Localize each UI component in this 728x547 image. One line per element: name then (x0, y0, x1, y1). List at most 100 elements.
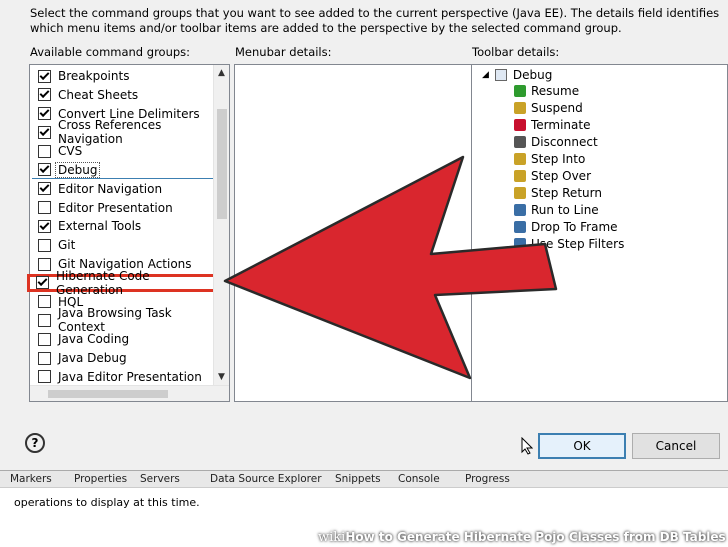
collapse-triangle-icon[interactable]: ◢ (482, 70, 489, 80)
toolbar-tree-item[interactable]: Drop To Frame (514, 219, 618, 235)
command-group-label: Java Editor Presentation (58, 369, 202, 384)
run-to-line-icon (514, 204, 526, 216)
toolbar-tree-item[interactable]: Terminate (514, 117, 590, 133)
toolbar-tree-item[interactable]: Step Return (514, 185, 602, 201)
horizontal-scrollbar[interactable] (30, 385, 229, 401)
scrollbar-thumb[interactable] (217, 109, 227, 219)
cancel-button[interactable]: Cancel (632, 433, 720, 459)
toolbar-item-label: Step Over (531, 169, 591, 183)
checkbox[interactable] (38, 163, 51, 176)
command-group-item[interactable]: Editor Presentation (32, 199, 216, 217)
toolbar-tree-item[interactable]: Suspend (514, 100, 583, 116)
command-group-label: Git Navigation Actions (58, 257, 192, 271)
command-group-label: Git (58, 238, 76, 253)
command-group-item[interactable]: Convert Line Delimiters (32, 105, 216, 123)
toolbar-tree-item[interactable]: Run to Line (514, 202, 599, 218)
mouse-cursor-icon (521, 437, 533, 455)
available-groups-label: Available command groups: (30, 45, 191, 59)
command-group-label: Cheat Sheets (58, 87, 139, 102)
toolbar-item-label: Run to Line (531, 203, 599, 217)
toolbar-tree-item[interactable]: Resume (514, 83, 579, 99)
toolbar-details-label: Toolbar details: (472, 45, 560, 59)
toolbar-item-label: Suspend (531, 101, 583, 115)
checkbox[interactable] (38, 370, 51, 384)
checkbox[interactable] (38, 201, 51, 215)
checkbox[interactable] (38, 332, 51, 346)
toolbar-item-label: Terminate (531, 118, 591, 132)
checkbox[interactable] (38, 313, 51, 327)
command-group-label: Debug (55, 161, 101, 178)
command-group-item[interactable]: Hibernate Code Generation (27, 269, 223, 297)
checkbox[interactable] (38, 88, 51, 102)
command-group-item[interactable]: Cheat Sheets (32, 86, 216, 104)
command-group-item[interactable]: External Tools (32, 217, 216, 235)
view-tab[interactable]: Console (398, 473, 440, 485)
command-group-label: Java Debug (58, 351, 127, 365)
command-group-item[interactable]: Java Debug (32, 349, 216, 367)
command-group-item[interactable]: Debug (32, 161, 216, 179)
command-groups-list[interactable]: Java Editor Presentation Java Debug Java C… (27, 64, 230, 402)
command-group-item[interactable]: Breakpoints (32, 67, 216, 85)
view-tab[interactable]: Servers (140, 473, 180, 485)
view-tab[interactable]: Data Source Explorer (210, 473, 322, 485)
watermark-title: How to Generate Hibernate Pojo Classes f… (345, 530, 726, 544)
views-panel: operations to display at this time. (0, 488, 728, 530)
checkbox[interactable] (38, 69, 51, 83)
checkbox[interactable] (36, 276, 49, 290)
toolbar-tree-item[interactable]: Step Into (514, 151, 585, 167)
command-group-label: Editor Presentation (58, 200, 173, 215)
scrollbar-thumb[interactable] (48, 390, 168, 398)
help-icon[interactable]: ? (25, 433, 45, 453)
command-group-item[interactable]: Java Browsing Task Context (32, 306, 216, 334)
toolbar-item-label: Resume (531, 84, 580, 98)
command-group-item[interactable]: Git (32, 236, 216, 254)
checkbox[interactable] (38, 219, 51, 233)
checkbox[interactable] (38, 182, 51, 196)
checkbox[interactable] (38, 144, 51, 158)
checkbox[interactable] (38, 238, 51, 252)
view-tab[interactable]: Snippets (335, 473, 381, 485)
toolbar-tree-item[interactable]: Step Over (514, 168, 591, 184)
views-message: operations to display at this time. (14, 496, 200, 509)
debug-group-icon (494, 69, 507, 81)
view-tab[interactable]: Markers (10, 473, 52, 485)
toolbar-item-label: Use Step Filters (531, 237, 625, 251)
step-return-icon (514, 187, 526, 199)
toolbar-item-label: Step Return (531, 186, 602, 200)
resume-icon (514, 85, 526, 97)
command-group-label: Editor Navigation (58, 181, 163, 196)
command-group-label: External Tools (58, 219, 142, 234)
command-group-item[interactable]: Cross References Navigation (32, 118, 216, 146)
scroll-down-icon[interactable]: ▼ (218, 372, 225, 382)
step-into-icon (514, 153, 526, 165)
view-tab[interactable]: Properties (74, 473, 127, 485)
toolbar-tree-item[interactable]: Disconnect (514, 134, 598, 150)
views-tab-bar: Markers Properties Servers Data Source Expl… (0, 470, 728, 488)
view-tab[interactable]: Progress (465, 473, 510, 485)
ok-button[interactable]: OK (538, 433, 626, 459)
checkbox[interactable] (38, 257, 51, 271)
checkbox[interactable] (38, 351, 51, 365)
menubar-details-label: Menubar details: (235, 45, 332, 59)
command-group-item[interactable]: Editor Navigation (32, 180, 216, 198)
drop-to-frame-icon (514, 221, 526, 233)
toolbar-tree-item[interactable]: Use Step Filters (514, 236, 624, 252)
tree-node-debug[interactable]: ◢ Debug (482, 68, 552, 82)
checkbox[interactable] (38, 125, 51, 139)
command-group-item[interactable]: Git Navigation Actions (32, 255, 216, 273)
scroll-up-icon[interactable]: ▲ (218, 68, 225, 78)
toolbar-item-label: Drop To Frame (531, 220, 618, 234)
suspend-icon (514, 102, 526, 114)
command-group-item[interactable]: Java Editor Presentation (32, 368, 216, 386)
checkbox[interactable] (38, 107, 51, 121)
tree-root-label: Debug (512, 68, 553, 82)
menubar-details-panel[interactable] (234, 64, 472, 402)
toolbar-item-label: Step Into (531, 152, 586, 166)
vertical-scrollbar[interactable]: ▲ ▼ (213, 65, 229, 385)
checkbox[interactable] (38, 295, 51, 309)
watermark-wiki: wiki (318, 530, 346, 545)
toolbar-details-tree[interactable]: ◢ Debug Resume Suspend Terminate Disconnect… (471, 64, 728, 402)
wikihow-watermark: wikiHow to Generate Hibernate Pojo Class… (318, 530, 726, 547)
dialog-description: Select the command groups that you want … (30, 6, 720, 35)
terminate-icon (514, 119, 526, 131)
